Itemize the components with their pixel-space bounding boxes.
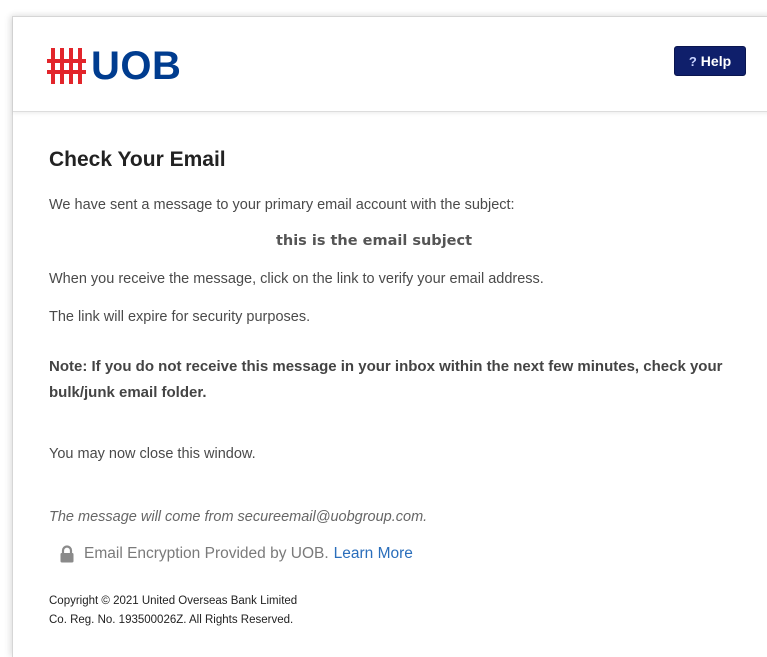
question-mark-icon: ? <box>688 53 697 69</box>
learn-more-link[interactable]: Learn More <box>334 545 413 563</box>
header-bar: UOB ? Help <box>13 17 767 112</box>
help-button[interactable]: ? Help <box>674 46 746 76</box>
page: UOB ? Help Check Your Email We have sent… <box>0 0 767 657</box>
close-window-text: You may now close this window. <box>49 446 256 462</box>
lock-icon <box>60 545 74 563</box>
help-button-label: Help <box>700 53 732 69</box>
email-subject: this is the email subject <box>275 233 473 249</box>
uob-logo-text: UOB <box>91 44 182 88</box>
instruction-text: When you receive the message, click on t… <box>49 271 544 287</box>
uob-logo: UOB <box>47 46 181 86</box>
sender-note: The message will come from secureemail@u… <box>49 509 428 525</box>
uob-logo-mark-icon <box>47 48 86 84</box>
copyright-footer: Copyright © 2021 United Overseas Bank Li… <box>49 592 297 630</box>
encryption-notice: Email Encryption Provided by UOB. Learn … <box>59 545 413 563</box>
expiry-text: The link will expire for security purpos… <box>49 309 311 325</box>
email-card: UOB ? Help Check Your Email We have sent… <box>12 16 767 657</box>
copyright-text: Copyright © 2021 United Overseas Bank Li… <box>49 595 298 607</box>
encryption-text: Email Encryption Provided by UOB. <box>84 545 329 562</box>
registration-text: Co. Reg. No. 193500026Z. All Rights Rese… <box>49 614 294 626</box>
intro-text: We have sent a message to your primary e… <box>49 197 515 213</box>
note-text: Note: If you do not receive this message… <box>49 358 723 401</box>
page-title: Check Your Email <box>49 148 226 171</box>
